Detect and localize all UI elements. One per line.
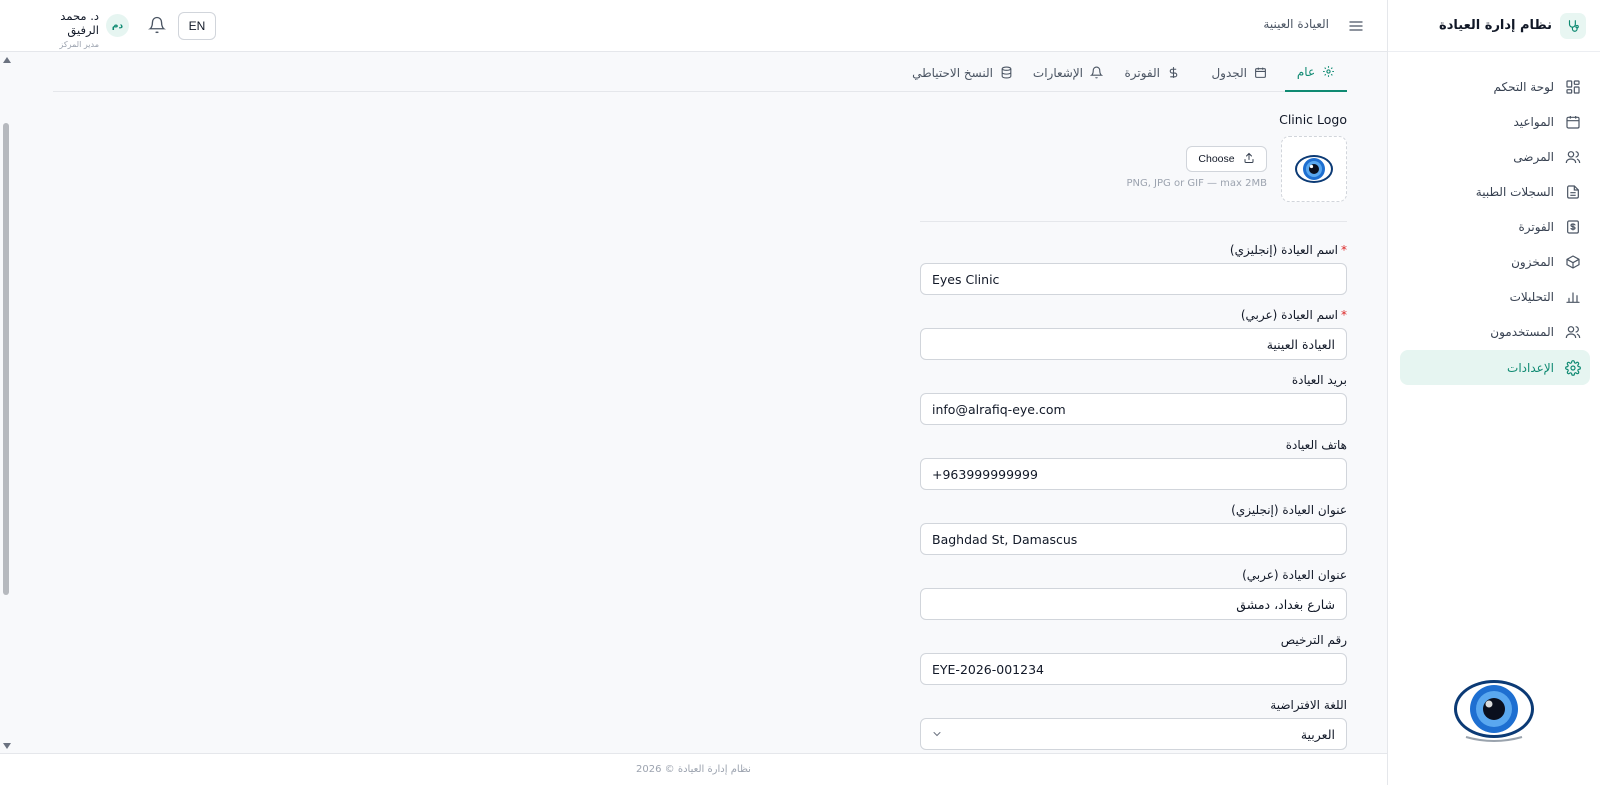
sidebar-item-settings[interactable]: الإعدادات: [1400, 350, 1590, 385]
file-icon: [1564, 183, 1582, 201]
scroll-down-arrow[interactable]: [3, 743, 11, 749]
sidebar-item-label: المواعيد: [1513, 114, 1554, 129]
tab-notifications[interactable]: الإشعارات: [1033, 53, 1103, 92]
required-marker: *: [1341, 243, 1347, 257]
field-label-text: اسم العيادة (إنجليزي): [1229, 243, 1338, 257]
clinic-name-ar-label: اسم العيادة (عربي) *: [1241, 308, 1347, 322]
scrollbar-thumb[interactable]: [3, 123, 9, 595]
tab-general[interactable]: عام: [1285, 53, 1347, 92]
clinic-logo-label: Clinic Logo: [1279, 112, 1347, 127]
sidebar: نظام إدارة العيادة لوحة التحكم المواعيد …: [1387, 0, 1600, 785]
license-number-label: رقم الترخيص: [1280, 633, 1347, 647]
settings-tabs: عام الجدول الفوترة الإشعارات النسخ الاحت…: [53, 53, 1347, 92]
clinic-address-ar-input[interactable]: شارع بغداد، دمشق: [920, 588, 1347, 620]
clinic-address-en-input[interactable]: Baghdad St, Damascus: [920, 523, 1347, 555]
tab-label: الإشعارات: [1032, 65, 1083, 80]
eye-logo-icon: [1452, 679, 1536, 747]
default-language-value: العربية: [1300, 726, 1335, 742]
avatar[interactable]: دم: [106, 14, 129, 37]
brand-title: نظام إدارة العيادة: [1439, 18, 1552, 33]
sidebar-item-medical-records[interactable]: السجلات الطبية: [1400, 175, 1590, 208]
eye-logo-icon: [1295, 155, 1333, 183]
calendar-icon: [1253, 66, 1267, 80]
sidebar-item-label: الفوترة: [1518, 219, 1554, 234]
brand: نظام إدارة العيادة: [1388, 0, 1600, 52]
footer-copyright: نظام إدارة العيادة © 2026: [636, 764, 751, 775]
dollar-icon: [1564, 218, 1582, 236]
choose-logo-label: Choose: [1198, 153, 1235, 165]
calendar-icon: [1564, 113, 1582, 131]
topbar-clinic-name: العيادة العينية: [1263, 17, 1329, 31]
users-icon: [1564, 323, 1582, 341]
default-language-label: اللغة الافتراضية: [1270, 698, 1347, 712]
clinic-email-label: بريد العيادة: [1291, 373, 1347, 387]
gear-icon: [1564, 359, 1582, 377]
database-icon: [999, 66, 1013, 80]
logo-hint: PNG, JPG or GIF — max 2MB: [1126, 178, 1267, 189]
sidebar-item-users[interactable]: المستخدمون: [1400, 315, 1590, 348]
clinic-phone-input[interactable]: +963999999999: [920, 458, 1347, 490]
user-name: د. محمد الرفيق: [60, 9, 99, 37]
clinic-address-en-label: عنوان العيادة (إنجليزي): [1231, 503, 1347, 517]
required-marker: *: [1341, 308, 1347, 322]
clinic-name-en-label: اسم العيادة (إنجليزي) *: [1230, 243, 1347, 257]
clinic-phone-label: هاتف العيادة: [1285, 438, 1347, 452]
sidebar-item-inventory[interactable]: المخزون: [1400, 245, 1590, 278]
dollar-icon: [1166, 66, 1180, 80]
dashboard-icon: [1564, 78, 1582, 96]
bell-icon: [1089, 66, 1103, 80]
sidebar-item-label: الإعدادات: [1507, 360, 1554, 375]
sidebar-item-analytics[interactable]: التحليلات: [1400, 280, 1590, 313]
package-icon: [1564, 253, 1582, 271]
clinic-name-ar-input[interactable]: العيادة العينية: [920, 328, 1347, 360]
sidebar-item-billing[interactable]: الفوترة: [1400, 210, 1590, 243]
menu-icon[interactable]: [1347, 17, 1365, 35]
sidebar-item-label: المخزون: [1511, 254, 1554, 269]
tab-label: عام: [1296, 64, 1316, 79]
tab-billing[interactable]: الفوترة: [1124, 53, 1180, 92]
footer: نظام إدارة العيادة © 2026: [0, 753, 1387, 785]
sidebar-item-label: المستخدمون: [1490, 324, 1554, 339]
clinic-name-en-input[interactable]: Eyes Clinic: [920, 263, 1347, 295]
topbar: العيادة العينية د. محمد الرفيق مدير المر…: [0, 0, 1387, 52]
choose-logo-button[interactable]: Choose: [1186, 146, 1267, 172]
gear-icon: [1321, 65, 1335, 79]
tab-schedule[interactable]: الجدول: [1211, 53, 1267, 92]
sidebar-nav: لوحة التحكم المواعيد المرضى السجلات الطب…: [1388, 52, 1600, 385]
chevron-down-icon: [931, 728, 943, 740]
user-menu[interactable]: د. محمد الرفيق مدير المركز: [26, 9, 99, 49]
tab-backup[interactable]: النسخ الاحتياطي: [912, 53, 1013, 92]
language-toggle-button[interactable]: EN: [178, 12, 216, 40]
upload-icon: [1243, 152, 1255, 167]
bar-chart-icon: [1564, 288, 1582, 306]
sidebar-item-label: التحليلات: [1509, 289, 1554, 304]
clinic-address-ar-label: عنوان العيادة (عربي): [1242, 568, 1347, 582]
users-icon: [1564, 148, 1582, 166]
sidebar-item-label: لوحة التحكم: [1493, 79, 1555, 94]
sidebar-item-label: السجلات الطبية: [1475, 184, 1554, 199]
sidebar-item-dashboard[interactable]: لوحة التحكم: [1400, 70, 1590, 103]
scroll-up-arrow[interactable]: [3, 57, 11, 63]
field-label-text: اسم العيادة (عربي): [1240, 308, 1338, 322]
divider: [920, 221, 1347, 222]
sidebar-item-patients[interactable]: المرضى: [1400, 140, 1590, 173]
sidebar-item-appointments[interactable]: المواعيد: [1400, 105, 1590, 138]
user-role: مدير المركز: [59, 40, 99, 49]
license-number-input[interactable]: EYE-2026-001234: [920, 653, 1347, 685]
bell-icon[interactable]: [148, 16, 166, 34]
scrollbar[interactable]: [0, 53, 12, 753]
clinic-logo-preview[interactable]: [1281, 136, 1347, 202]
default-language-select[interactable]: العربية: [920, 718, 1347, 750]
tab-label: الفوترة: [1124, 65, 1160, 80]
clinic-email-input[interactable]: info@alrafiq-eye.com: [920, 393, 1347, 425]
sidebar-item-label: المرضى: [1513, 149, 1554, 164]
tab-label: الجدول: [1211, 65, 1247, 80]
tab-label: النسخ الاحتياطي: [912, 65, 993, 80]
stethoscope-icon: [1560, 12, 1586, 39]
